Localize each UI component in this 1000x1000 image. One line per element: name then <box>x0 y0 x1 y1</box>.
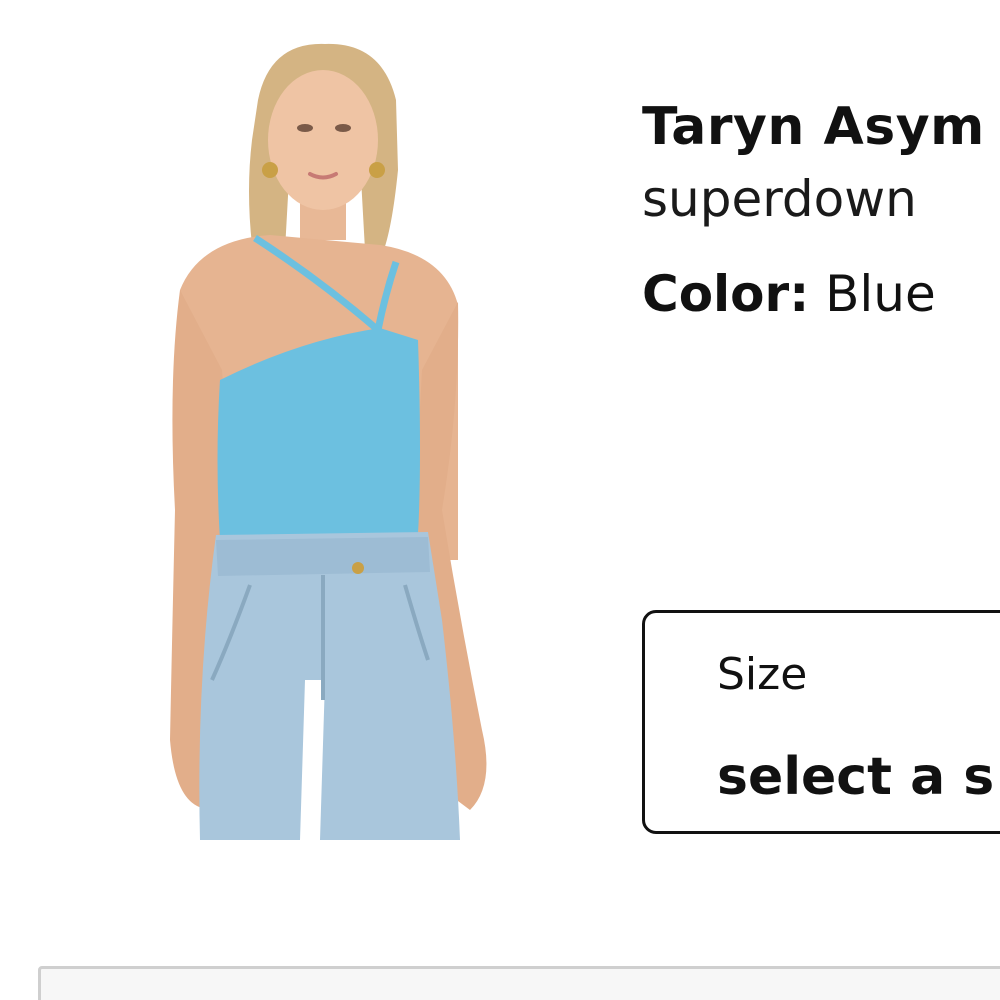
product-info: Taryn Asym superdown Color: Blue <box>642 92 1000 328</box>
product-page: Taryn Asym superdown Color: Blue Size se… <box>0 0 1000 1000</box>
color-value: Blue <box>825 265 936 323</box>
size-selector[interactable]: Size select a s <box>642 610 1000 834</box>
size-value: select a s <box>717 747 995 807</box>
product-title: Taryn Asym <box>642 97 985 157</box>
color-key: Color: <box>642 265 810 323</box>
product-image[interactable] <box>160 40 505 840</box>
brand-name[interactable]: superdown <box>642 165 1000 233</box>
bottom-panel[interactable] <box>38 966 1000 1000</box>
size-label: Size <box>717 649 808 700</box>
color-info: Color: Blue <box>642 260 1000 328</box>
